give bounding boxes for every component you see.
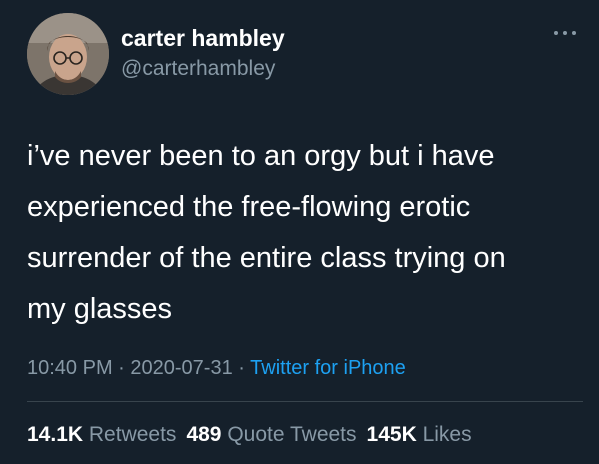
more-dot bbox=[563, 31, 567, 35]
quote-tweets-label: Quote Tweets bbox=[227, 423, 357, 446]
more-dot bbox=[554, 31, 558, 35]
retweets-stat[interactable]: 14.1K Retweets bbox=[27, 423, 176, 446]
quote-tweets-count: 489 bbox=[186, 423, 222, 446]
tweet-source-link[interactable]: Twitter for iPhone bbox=[250, 357, 406, 379]
tweet-text: i’ve never been to an orgy but i have ex… bbox=[27, 131, 582, 335]
tweet-text-line: my glasses bbox=[27, 293, 173, 325]
user-avatar-photo-icon bbox=[27, 13, 109, 95]
author-display-name[interactable]: carter hambley bbox=[121, 25, 285, 52]
more-dot bbox=[572, 31, 576, 35]
author-handle[interactable]: @carterhambley bbox=[121, 57, 275, 81]
meta-separator: · bbox=[238, 357, 245, 379]
quote-tweets-stat[interactable]: 489 Quote Tweets bbox=[186, 423, 356, 446]
avatar[interactable] bbox=[27, 13, 109, 95]
tweet-meta: 10:40 PM · 2020-07-31 · Twitter for iPho… bbox=[27, 357, 406, 380]
retweets-count: 14.1K bbox=[27, 423, 84, 446]
tweet-time[interactable]: 10:40 PM bbox=[27, 357, 113, 379]
likes-count: 145K bbox=[366, 423, 417, 446]
tweet-text-line: surrender of the entire class trying on bbox=[27, 242, 506, 274]
likes-stat[interactable]: 145K Likes bbox=[367, 423, 472, 446]
tweet-card: carter hambley @carterhambley i’ve never… bbox=[0, 0, 599, 464]
tweet-date[interactable]: 2020-07-31 bbox=[130, 357, 232, 379]
tweet-text-line: i’ve never been to an orgy but i have bbox=[27, 140, 495, 172]
retweets-label: Retweets bbox=[88, 423, 177, 446]
tweet-stats: 14.1K Retweets 489 Quote Tweets 145K Likes bbox=[27, 423, 472, 447]
more-horizontal-icon[interactable] bbox=[552, 26, 580, 40]
meta-separator: · bbox=[118, 357, 125, 379]
likes-label: Likes bbox=[422, 423, 472, 446]
tweet-text-line: experienced the free-flowing erotic bbox=[27, 191, 471, 223]
divider bbox=[27, 401, 583, 402]
